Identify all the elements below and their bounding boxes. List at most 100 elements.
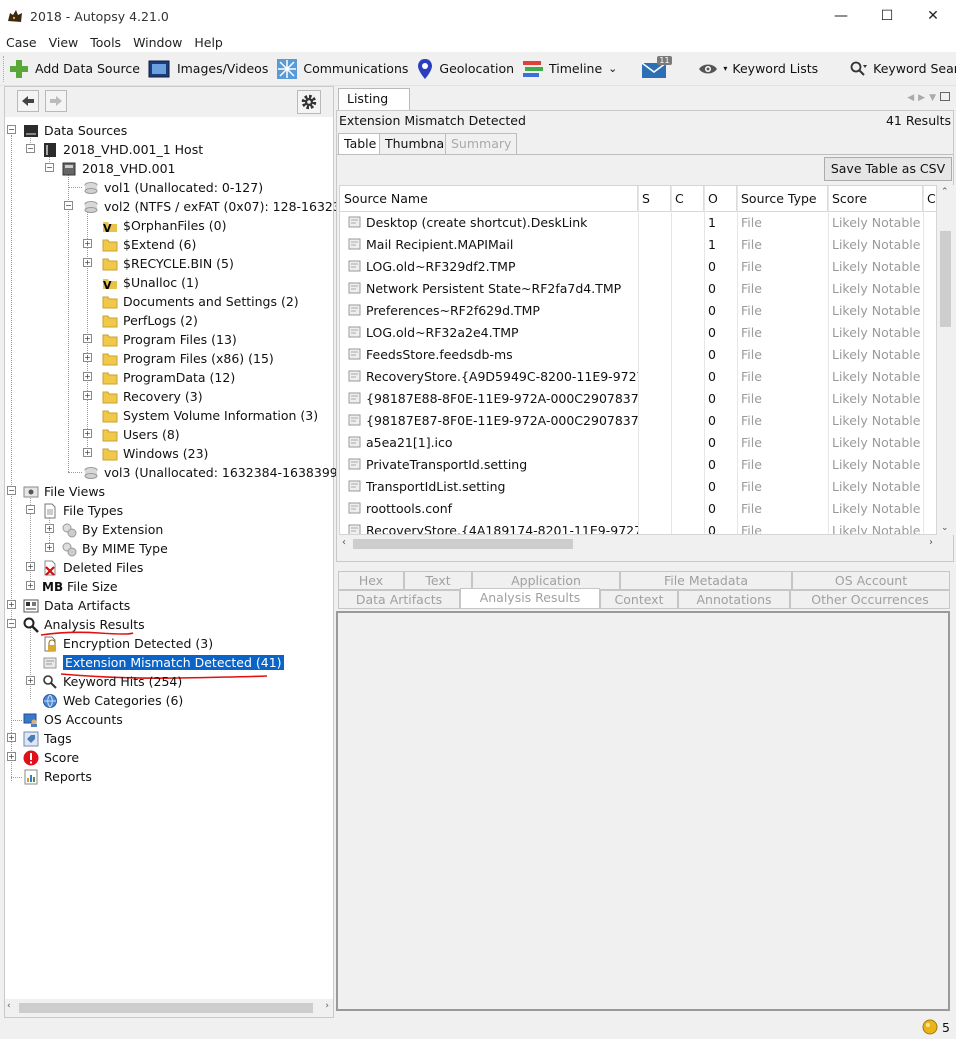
scroll-left-arrow-icon[interactable]: ‹ xyxy=(7,1001,11,1011)
expand-toggle[interactable]: − xyxy=(7,125,16,134)
expand-toggle[interactable]: − xyxy=(45,163,54,172)
expand-toggle[interactable]: + xyxy=(83,334,92,343)
expand-toggle[interactable]: + xyxy=(83,239,92,248)
tree-horizontal-scrollbar[interactable]: ‹ › xyxy=(5,999,333,1017)
table-horizontal-scrollbar[interactable]: ‹ › xyxy=(339,535,937,553)
table-vertical-scrollbar[interactable]: ⌃ ⌄ xyxy=(937,185,954,535)
tree-node-vol2[interactable]: vol2 (NTFS / exFAT (0x07): 128-1632383) xyxy=(83,197,362,216)
tree-node-vol3[interactable]: vol3 (Unallocated: 1632384-1638399) xyxy=(83,463,343,482)
tree-node-folder[interactable]: Recovery (3) xyxy=(102,387,203,406)
tree-node-vol1[interactable]: vol1 (Unallocated: 0-127) xyxy=(83,178,263,197)
tree-node-folder[interactable]: Program Files (x86) (15) xyxy=(102,349,274,368)
tree-node-folder[interactable]: PerfLogs (2) xyxy=(102,311,198,330)
save-table-csv-button[interactable]: Save Table as CSV xyxy=(824,157,952,181)
tab-file-metadata[interactable]: File Metadata xyxy=(620,571,792,590)
add-data-source-button[interactable]: Add Data Source xyxy=(4,54,144,84)
expand-toggle[interactable]: + xyxy=(26,562,35,571)
tree-node-os-accounts[interactable]: OS Accounts xyxy=(23,710,123,729)
column-header-o[interactable]: O xyxy=(704,186,737,212)
tree-node-folder[interactable]: Program Files (13) xyxy=(102,330,237,349)
expand-toggle[interactable]: + xyxy=(83,429,92,438)
tree-node-data-sources[interactable]: Data Sources xyxy=(23,121,127,140)
tree-node-score[interactable]: Score xyxy=(23,748,79,767)
settings-button[interactable] xyxy=(297,90,321,114)
tree-node-file-views[interactable]: File Views xyxy=(23,482,105,501)
expand-toggle[interactable]: − xyxy=(64,201,73,210)
scroll-down-arrow-icon[interactable]: ⌄ xyxy=(941,523,949,533)
tree-node-folder[interactable]: $Extend (6) xyxy=(102,235,196,254)
tab-hex[interactable]: Hex xyxy=(338,571,404,590)
tree-node-by-mime[interactable]: By MIME Type xyxy=(61,539,168,558)
menu-help[interactable]: Help xyxy=(188,35,229,50)
tree-node-keyword-hits[interactable]: Keyword Hits (254) xyxy=(42,672,182,691)
menu-view[interactable]: View xyxy=(43,35,85,50)
tree-node-by-extension[interactable]: By Extension xyxy=(61,520,163,539)
tab-annotations[interactable]: Annotations xyxy=(678,590,790,609)
keyword-lists-button[interactable]: ▾ Keyword Lists xyxy=(694,54,822,84)
images-videos-button[interactable]: Images/Videos xyxy=(144,54,272,84)
tree-node-folder[interactable]: V $OrphanFiles (0) xyxy=(102,216,226,235)
scrollbar-thumb[interactable] xyxy=(19,1003,313,1013)
tree-node-file-types[interactable]: File Types xyxy=(42,501,123,520)
tree-node-folder[interactable]: $RECYCLE.BIN (5) xyxy=(102,254,234,273)
messages-button[interactable]: 11 xyxy=(637,54,678,84)
scroll-left-arrow-icon[interactable]: ‹ xyxy=(342,537,346,548)
geolocation-button[interactable]: Geolocation xyxy=(412,54,518,84)
tree-node-image[interactable]: 2018_VHD.001 xyxy=(61,159,175,178)
expand-toggle[interactable]: + xyxy=(83,391,92,400)
tree-node-tags[interactable]: Tags xyxy=(23,729,72,748)
tree-node-folder[interactable]: Documents and Settings (2) xyxy=(102,292,299,311)
expand-toggle[interactable]: + xyxy=(26,581,35,590)
expand-toggle[interactable]: − xyxy=(7,486,16,495)
forward-button[interactable] xyxy=(45,90,67,112)
expand-toggle[interactable]: + xyxy=(7,733,16,742)
menu-tools[interactable]: Tools xyxy=(84,35,127,50)
expand-toggle[interactable]: + xyxy=(83,448,92,457)
tree-node-extension-mismatch[interactable]: Extension Mismatch Detected (41) xyxy=(42,653,284,672)
tree-node-folder[interactable]: Users (8) xyxy=(102,425,180,444)
column-header-comment[interactable]: Co xyxy=(923,186,936,212)
tree-node-file-size[interactable]: MB File Size xyxy=(42,577,118,596)
back-button[interactable] xyxy=(17,90,39,112)
scrollbar-thumb[interactable] xyxy=(940,231,951,327)
expand-toggle[interactable]: − xyxy=(26,144,35,153)
tree-node-data-artifacts[interactable]: Data Artifacts xyxy=(23,596,130,615)
expand-toggle[interactable]: + xyxy=(45,524,54,533)
maximize-panel-icon[interactable] xyxy=(940,92,950,101)
expand-toggle[interactable]: + xyxy=(7,600,16,609)
tree-node-folder[interactable]: System Volume Information (3) xyxy=(102,406,318,425)
tab-listing[interactable]: Listing xyxy=(338,88,410,110)
expand-toggle[interactable]: + xyxy=(83,353,92,362)
tab-nav-controls[interactable]: ◀▶▼ xyxy=(907,92,950,103)
tree-node-folder[interactable]: ProgramData (12) xyxy=(102,368,235,387)
tab-context[interactable]: Context xyxy=(600,590,678,609)
column-header-score[interactable]: Score xyxy=(828,186,923,212)
column-header-source-name[interactable]: Source Name xyxy=(340,186,638,212)
column-header-source-type[interactable]: Source Type xyxy=(737,186,828,212)
tab-os-account[interactable]: OS Account xyxy=(792,571,950,590)
scroll-right-arrow-icon[interactable]: › xyxy=(325,1001,329,1011)
tree-node-web-categories[interactable]: Web Categories (6) xyxy=(42,691,183,710)
tree-node-host[interactable]: 2018_VHD.001_1 Host xyxy=(42,140,203,159)
tab-analysis-results[interactable]: Analysis Results xyxy=(460,588,600,609)
column-header-c[interactable]: C xyxy=(671,186,704,212)
tab-other-occurrences[interactable]: Other Occurrences xyxy=(790,590,950,609)
tree-node-encryption-detected[interactable]: Encryption Detected (3) xyxy=(42,634,213,653)
expand-toggle[interactable]: + xyxy=(45,543,54,552)
expand-toggle[interactable]: + xyxy=(7,752,16,761)
scrollbar-thumb[interactable] xyxy=(353,539,573,549)
tab-summary[interactable]: Summary xyxy=(445,133,518,154)
maximize-button[interactable]: ☐ xyxy=(864,0,910,32)
timeline-dropdown-icon[interactable]: ⌄ xyxy=(608,62,617,75)
menu-window[interactable]: Window xyxy=(127,35,188,50)
column-header-s[interactable]: S xyxy=(638,186,671,212)
communications-button[interactable]: Communications xyxy=(272,54,412,84)
keyword-search-button[interactable]: Keyword Search xyxy=(846,54,956,84)
expand-toggle[interactable]: + xyxy=(26,676,35,685)
tree-node-folder[interactable]: V $Unalloc (1) xyxy=(102,273,199,292)
tree-node-folder[interactable]: Windows (23) xyxy=(102,444,208,463)
notification-bulb-icon[interactable] xyxy=(922,1019,938,1035)
tab-table[interactable]: Table xyxy=(338,133,383,154)
menu-case[interactable]: Case xyxy=(0,35,43,50)
expand-toggle[interactable]: − xyxy=(7,619,16,628)
